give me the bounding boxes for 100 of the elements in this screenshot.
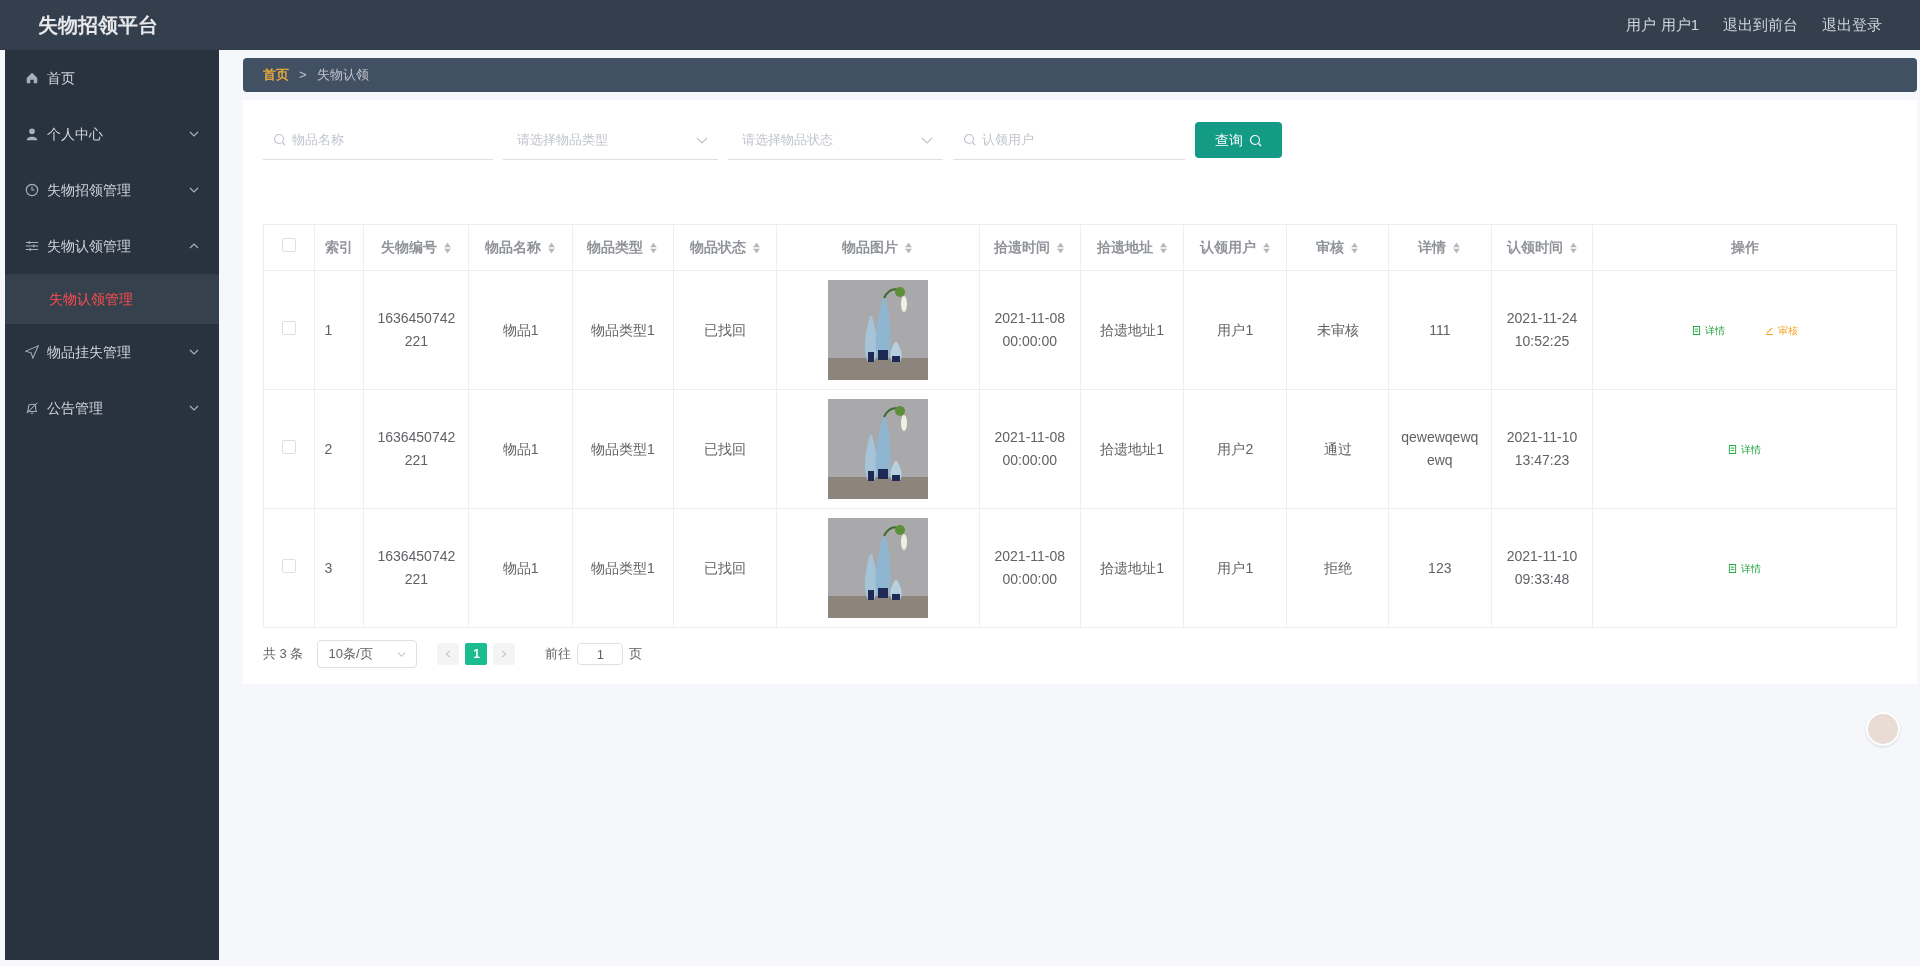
header-link[interactable]: 退出到前台 [1723, 13, 1798, 37]
sort-icon[interactable] [442, 241, 452, 254]
column-header: 详情 [1418, 238, 1447, 257]
table-cell-text: 物品类型1 [590, 439, 655, 459]
table-cell-text: 2021-11-24 10:52:25 [1505, 309, 1579, 351]
header-link[interactable]: 用户 用户1 [1626, 13, 1699, 37]
page-suffix: 页 [629, 645, 643, 664]
table-cell-text: 111 [1429, 320, 1451, 340]
column-header: 索引 [324, 238, 353, 257]
clock-icon [25, 183, 39, 197]
table-cell-text: 2 [324, 439, 333, 459]
table-cell-text: qewewqewqewq [1400, 428, 1480, 470]
sidebar-item[interactable]: 公告管理 [5, 380, 219, 436]
sort-icon[interactable] [1261, 241, 1271, 254]
sort-icon[interactable] [649, 241, 659, 254]
table-cell-text: 2021-11-10 13:47:23 [1505, 428, 1579, 470]
table-cell-text: 用户1 [1217, 558, 1254, 578]
column-header: 认领用户 [1199, 238, 1256, 257]
column-header: 失物编号 [380, 238, 437, 257]
detail-link[interactable]: 详情 [1691, 322, 1725, 338]
table-cell-text: 未审核 [1316, 320, 1359, 340]
chevron-down-icon [397, 649, 407, 659]
table-cell-text: 用户2 [1217, 439, 1254, 459]
search-icon [963, 133, 976, 146]
column-header: 物品名称 [485, 238, 542, 257]
checkbox[interactable] [281, 558, 296, 573]
table-cell-text: 拾遗地址1 [1100, 558, 1164, 578]
sidebar-item[interactable]: 失物认领管理 [5, 218, 219, 274]
table-cell-text: 1636450742221 [376, 428, 457, 470]
checkbox[interactable] [281, 320, 296, 335]
avatar[interactable] [1866, 712, 1900, 746]
sort-icon[interactable] [904, 241, 914, 254]
sort-icon[interactable] [1452, 241, 1462, 254]
paper-plane-icon [25, 345, 39, 359]
search-icon [273, 133, 286, 146]
bell-off-icon [25, 401, 39, 415]
table-cell-text: 2021-11-10 09:33:48 [1505, 547, 1579, 589]
app-title: 失物招领平台 [38, 13, 158, 38]
column-header: 物品图片 [842, 238, 899, 257]
checkbox[interactable] [281, 238, 296, 252]
table-cell-text: 通过 [1323, 439, 1352, 459]
table-cell-text: 2021-11-08 00:00:00 [993, 428, 1067, 470]
sort-icon[interactable] [1350, 241, 1360, 254]
column-header: 物品类型 [587, 238, 644, 257]
pen-icon [1764, 325, 1774, 335]
page-input[interactable]: 1 [577, 643, 624, 665]
table-cell-text: 1636450742221 [376, 547, 457, 589]
document-icon [1728, 563, 1738, 573]
table-cell-text: 1 [324, 320, 333, 340]
checkbox[interactable] [281, 439, 296, 454]
column-header: 审核 [1316, 238, 1345, 257]
table-cell-text: 物品类型1 [590, 558, 655, 578]
select-field[interactable]: 请选择物品状态 [738, 129, 915, 150]
table-cell-text: 1636450742221 [376, 309, 457, 351]
document-icon [1728, 444, 1738, 454]
next-page-button[interactable] [493, 643, 516, 665]
sort-icon[interactable] [751, 241, 761, 254]
column-header: 拾遗时间 [994, 238, 1051, 257]
column-header: 认领时间 [1506, 238, 1563, 257]
sort-icon[interactable] [1056, 241, 1066, 254]
home-icon [25, 71, 39, 85]
table-cell-text: 物品1 [502, 439, 539, 459]
breadcrumb-separator: > [299, 66, 307, 85]
select-field[interactable]: 请选择物品类型 [513, 129, 690, 150]
sliders-icon [25, 239, 39, 253]
search-field[interactable]: 物品名称 [292, 129, 483, 150]
table-cell-text: 已找回 [704, 439, 747, 459]
column-header: 操作 [1730, 238, 1759, 257]
table-cell-text: 拒绝 [1323, 558, 1352, 578]
table-cell-text: 物品1 [502, 558, 539, 578]
sidebar-item[interactable]: 首页 [5, 50, 219, 106]
header-link[interactable]: 退出登录 [1822, 13, 1882, 37]
table-cell-text: 拾遗地址1 [1100, 320, 1164, 340]
search-field[interactable]: 认领用户 [982, 129, 1175, 150]
total-count: 共 3 条 [263, 645, 304, 664]
chevron-left-icon [444, 650, 453, 658]
query-button[interactable]: 查询 [1195, 122, 1282, 158]
column-header: 物品状态 [689, 238, 746, 257]
chevron-right-icon [500, 650, 509, 658]
table-cell-text: 2021-11-08 00:00:00 [993, 309, 1067, 351]
document-icon [1691, 325, 1701, 335]
table-cell-text: 物品类型1 [590, 320, 655, 340]
user-icon [25, 127, 39, 141]
table-cell-text: 拾遗地址1 [1100, 439, 1164, 459]
sidebar-item[interactable]: 个人中心 [5, 106, 219, 162]
table-cell-text: 物品1 [502, 320, 539, 340]
sort-icon[interactable] [547, 241, 557, 254]
sort-icon[interactable] [1568, 241, 1578, 254]
sort-icon[interactable] [1158, 241, 1168, 254]
previous-page-button[interactable] [437, 643, 460, 665]
page-size-select[interactable]: 10条/页 [317, 640, 418, 668]
table-cell-text: 123 [1428, 558, 1452, 578]
detail-link[interactable]: 详情 [1728, 441, 1762, 457]
sidebar-item[interactable]: 物品挂失管理 [5, 324, 219, 380]
detail-link[interactable]: 详情 [1728, 560, 1762, 576]
column-header: 拾遗地址 [1096, 238, 1153, 257]
table-cell-text: 用户1 [1217, 320, 1254, 340]
sidebar-item[interactable]: 失物招领管理 [5, 162, 219, 218]
table-cell-text: 已找回 [704, 558, 747, 578]
breadcrumb-link[interactable]: 首页 [263, 65, 289, 85]
